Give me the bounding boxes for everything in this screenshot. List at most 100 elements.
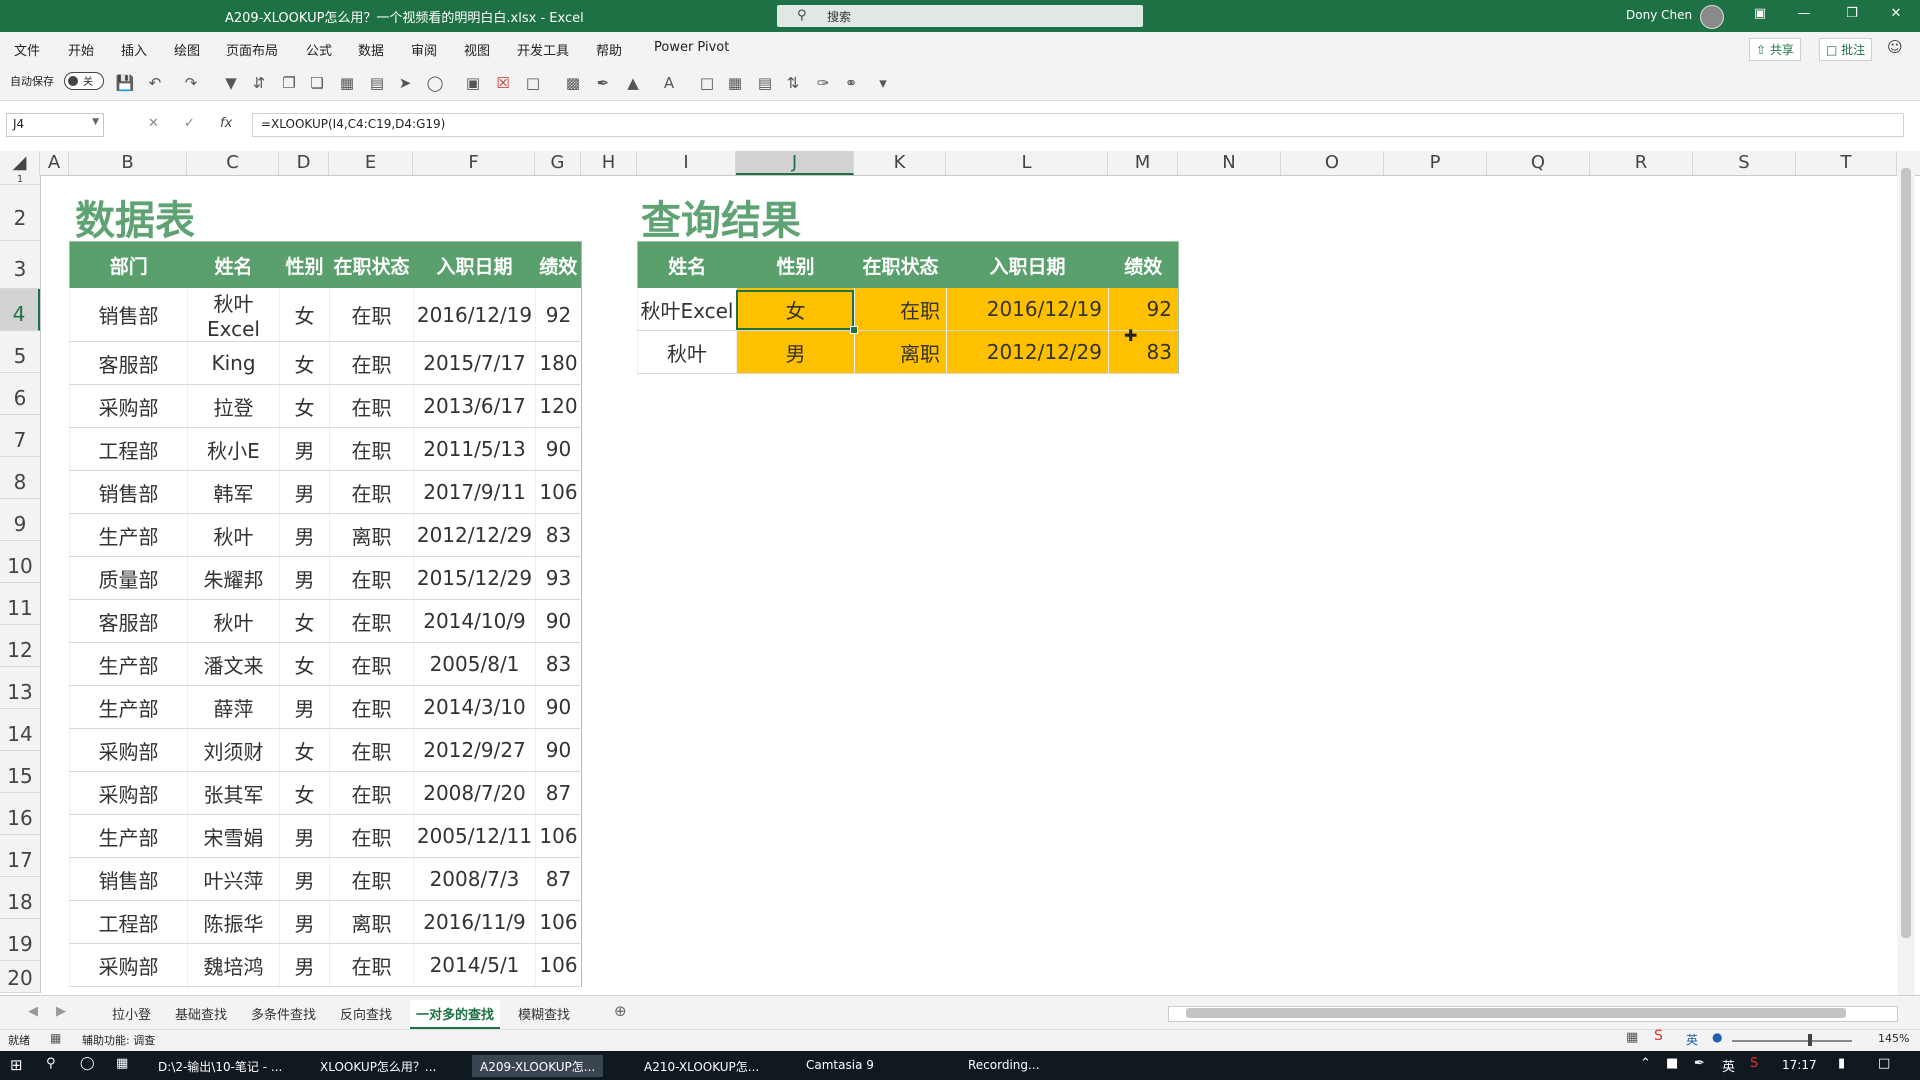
cell[interactable]: 采购部 <box>69 728 188 772</box>
paste-icon[interactable]: ❏ <box>306 74 328 92</box>
cell[interactable]: 在职 <box>329 470 414 514</box>
search-box[interactable]: ⚲ 搜索 <box>777 5 1143 27</box>
undo-icon[interactable]: ↶ <box>144 74 166 92</box>
sheet-tab[interactable]: 拉小登 <box>112 1004 151 1023</box>
taskbar-app[interactable]: A210-XLOOKUP怎... <box>636 1055 767 1077</box>
sort-az-icon[interactable]: ⇅ <box>782 74 804 92</box>
cell[interactable]: 女 <box>279 288 330 342</box>
cell[interactable]: 2012/12/29 <box>413 513 536 557</box>
cell[interactable]: 叶兴萍 <box>187 857 280 901</box>
menu-insert[interactable]: 插入 <box>121 40 147 59</box>
cell[interactable]: 120 <box>535 384 582 428</box>
tab-scroll-left-icon[interactable]: ◀ <box>28 1004 38 1019</box>
cell[interactable]: 陈振华 <box>187 900 280 944</box>
share-button[interactable]: ⇧ 共享 <box>1749 38 1801 61</box>
cell[interactable]: 2016/12/19 <box>413 288 536 342</box>
sheet-tab[interactable]: 基础查找 <box>175 1004 227 1023</box>
menu-power-pivot[interactable]: Power Pivot <box>654 40 729 55</box>
cell[interactable]: 魏培鸿 <box>187 943 280 987</box>
column-header[interactable]: D <box>279 151 329 175</box>
cell[interactable]: 客服部 <box>69 599 188 643</box>
fill-color-icon[interactable]: ▲ <box>622 74 644 92</box>
column-header[interactable]: A <box>40 151 69 175</box>
customize-qat-icon[interactable]: ▾ <box>872 74 894 92</box>
border-icon[interactable]: □ <box>522 74 544 92</box>
select-icon[interactable]: ➤ <box>394 74 416 92</box>
row-header[interactable]: 15 <box>0 751 40 793</box>
cell[interactable]: 93 <box>535 556 582 600</box>
cell[interactable]: 2008/7/20 <box>413 771 536 815</box>
cell[interactable]: 在职 <box>329 642 414 686</box>
column-header[interactable]: H <box>581 151 637 175</box>
paste-values-icon[interactable]: ▤ <box>754 74 776 92</box>
cell[interactable]: 秋叶 <box>187 599 280 643</box>
zoom-slider-thumb[interactable] <box>1808 1034 1812 1046</box>
cell[interactable]: 男 <box>279 513 330 557</box>
insert-function-icon[interactable]: fx <box>220 116 232 131</box>
add-sheet-icon[interactable]: ⊕ <box>614 1002 627 1020</box>
tab-scroll-right-icon[interactable]: ▶ <box>56 1004 66 1019</box>
row-header[interactable]: 16 <box>0 793 40 835</box>
header-cell[interactable]: 部门 <box>69 241 188 288</box>
cell[interactable]: 2005/8/1 <box>413 642 536 686</box>
header-cell[interactable]: 性别 <box>279 241 330 288</box>
cell[interactable]: 92 <box>1108 288 1179 331</box>
cell[interactable]: 生产部 <box>69 814 188 858</box>
tray-app-icon[interactable]: ■ <box>1666 1056 1678 1071</box>
taskbar-app[interactable]: D:\2-输出\10-笔记 - ... <box>150 1055 290 1077</box>
cell[interactable]: 2013/6/17 <box>413 384 536 428</box>
column-header[interactable]: M <box>1108 151 1178 175</box>
cell[interactable]: 106 <box>535 470 582 514</box>
cell[interactable]: 女 <box>279 341 330 385</box>
cell[interactable]: 83 <box>535 642 582 686</box>
cell[interactable]: 2008/7/3 <box>413 857 536 901</box>
ribbon-display-icon[interactable]: ▣ <box>1740 6 1780 21</box>
task-view-icon[interactable]: ▦ <box>116 1056 128 1071</box>
cell[interactable]: 在职 <box>329 771 414 815</box>
cell[interactable]: 拉登 <box>187 384 280 428</box>
shape-icon[interactable]: ◯ <box>424 74 446 92</box>
header-cell[interactable]: 绩效 <box>535 241 582 288</box>
chevron-down-icon[interactable]: ▼ <box>92 117 99 127</box>
clock[interactable]: 17:17 <box>1782 1058 1817 1072</box>
cell[interactable]: 在职 <box>854 288 947 331</box>
sort-icon[interactable]: ⇵ <box>248 74 270 92</box>
cell[interactable]: 男 <box>279 427 330 471</box>
user-name[interactable]: Dony Chen <box>1626 8 1692 22</box>
menu-help[interactable]: 帮助 <box>596 40 622 59</box>
cell[interactable]: 在职 <box>329 556 414 600</box>
row-header[interactable]: 12 <box>0 625 40 667</box>
column-header[interactable]: B <box>69 151 187 175</box>
cell[interactable]: 106 <box>535 814 582 858</box>
windows-start-icon[interactable]: ⊞ <box>10 1056 23 1074</box>
menu-review[interactable]: 审阅 <box>411 40 437 59</box>
normal-view-icon[interactable]: ▦ <box>1626 1030 1638 1045</box>
column-header[interactable]: L <box>946 151 1108 175</box>
cell[interactable]: 在职 <box>329 288 414 342</box>
cell[interactable]: 87 <box>535 771 582 815</box>
textbox-icon[interactable]: ▩ <box>562 74 584 92</box>
cell[interactable]: 男 <box>279 814 330 858</box>
header-cell[interactable]: 姓名 <box>187 241 280 288</box>
autosave-toggle[interactable]: 关 <box>64 72 104 90</box>
column-header[interactable]: S <box>1693 151 1796 175</box>
header-cell[interactable]: 入职日期 <box>946 241 1109 288</box>
cell[interactable]: 106 <box>535 943 582 987</box>
header-cell[interactable]: 在职状态 <box>854 241 947 288</box>
cell[interactable]: 客服部 <box>69 341 188 385</box>
cell[interactable]: 张其军 <box>187 771 280 815</box>
column-header[interactable]: E <box>329 151 413 175</box>
redo-icon[interactable]: ↷ <box>180 74 202 92</box>
cell[interactable]: 2014/10/9 <box>413 599 536 643</box>
cell[interactable]: 朱耀邦 <box>187 556 280 600</box>
cell[interactable]: 采购部 <box>69 943 188 987</box>
header-cell[interactable]: 入职日期 <box>413 241 536 288</box>
sogou-tray-icon[interactable]: S <box>1750 1056 1758 1071</box>
row-header[interactable]: 1 <box>0 175 40 185</box>
zoom-level[interactable]: 145% <box>1878 1032 1909 1045</box>
cell[interactable]: 2014/3/10 <box>413 685 536 729</box>
cell[interactable]: 工程部 <box>69 427 188 471</box>
font-color-icon[interactable]: A <box>658 74 680 92</box>
cell[interactable]: 2005/12/11 <box>413 814 536 858</box>
cell[interactable]: 秋叶Excel <box>187 288 280 342</box>
